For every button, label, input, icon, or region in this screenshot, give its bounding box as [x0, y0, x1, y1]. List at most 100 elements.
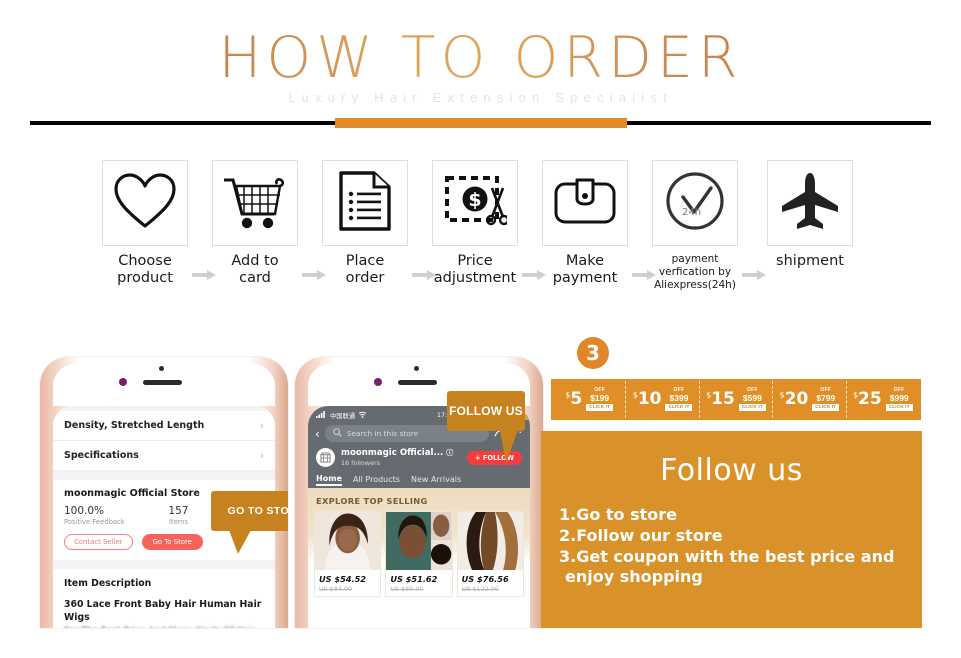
product-image: [457, 512, 523, 570]
front-camera: [374, 378, 382, 386]
follow-step-1: 1.Go to store: [559, 505, 678, 524]
list-item[interactable]: Specifications ›: [53, 441, 275, 471]
store-identity-row: moonmagic Official... ⓘ 16 followers + F…: [308, 445, 530, 471]
front-camera: [119, 378, 127, 386]
list-item[interactable]: Density, Stretched Length ›: [53, 411, 275, 441]
product-card[interactable]: 1 US $54.52 US $84.00: [314, 406, 530, 597]
coupon-amount: $5: [565, 389, 583, 409]
price-cut-dollar-icon: $: [443, 172, 510, 235]
step-choose-product: Choose product: [102, 160, 188, 287]
step-label: Make payment: [552, 253, 618, 286]
chevron-right-icon: ›: [259, 419, 264, 432]
item-description-text: 360 Lace Front Baby Hair Human Hair Wigs: [64, 599, 262, 623]
follow-us-callout: FOLLOW US: [447, 391, 525, 431]
coupon-25[interactable]: $25 OFF $999 CLICK IT: [847, 381, 919, 418]
tab-new-arrivals[interactable]: New Arrivals: [411, 475, 461, 484]
coupon-amount: $10: [632, 389, 662, 409]
product-price: US $76.56: [461, 574, 509, 584]
coupon-cta[interactable]: CLICK IT: [885, 404, 913, 412]
product-card[interactable]: 2 US $51.62 US $89.00: [385, 406, 530, 597]
coupon-details: OFF $999 CLICK IT: [885, 387, 913, 412]
go-to-store-button[interactable]: Go To Store: [141, 534, 203, 550]
front-sensor-dot: [159, 366, 164, 371]
go-to-store-callout: GO TO STORE: [211, 491, 288, 531]
coupon-min-spend: $599: [742, 392, 762, 403]
stat-items: 157 Items: [168, 505, 188, 526]
product-card[interactable]: 3 US $76.56 US $122.00: [456, 406, 530, 597]
step-icon-box: 24h: [652, 160, 738, 246]
follow-step-3: 3.Get coupon with the best price and enj…: [559, 547, 904, 589]
row-label: Specifications: [64, 450, 139, 461]
step-add-to-card: Add to card: [212, 160, 298, 287]
section-divider: [53, 471, 275, 480]
coupon-details: OFF $199 CLICK IT: [586, 387, 614, 412]
coupon-cta[interactable]: CLICK IT: [586, 404, 614, 412]
item-description-blurred: For The Best Price And Many Kinds Of Hai…: [64, 626, 264, 628]
coupon-strip: $5 OFF $199 CLICK IT $10 OFF $399 CLICK …: [551, 379, 921, 420]
stat-label: Positive Feedback: [64, 518, 125, 526]
tab-home[interactable]: Home: [316, 474, 342, 486]
step-place-order: Place order: [322, 160, 408, 287]
header: HOW TO ORDER Luxury Hair Extension Speci…: [0, 0, 961, 150]
signal-icon: [316, 411, 327, 420]
coupon-cta[interactable]: CLICK IT: [812, 404, 840, 412]
product-image: [386, 512, 452, 570]
phone-mockup-product-page: Density, Stretched Length › Specificatio…: [40, 357, 288, 628]
stat-value: 157: [168, 505, 189, 517]
step-shipment: shipment: [767, 160, 853, 270]
search-icon: [333, 428, 342, 439]
coupon-cta[interactable]: CLICK IT: [665, 404, 693, 412]
follow-step-3-continued: enjoy shopping: [565, 567, 703, 587]
coupon-cta[interactable]: CLICK IT: [738, 404, 766, 412]
coupon-amount: $25: [852, 389, 882, 409]
header-divider-orange: [335, 118, 627, 128]
step-icon-box: [767, 160, 853, 246]
svg-text:$: $: [468, 189, 481, 211]
step-label: Place order: [345, 253, 385, 286]
carrier-label: 中国联通: [330, 413, 356, 420]
front-sensor-dot: [414, 366, 419, 371]
product-old-price: US $122.00: [461, 585, 499, 593]
product-price: US $54.52: [319, 574, 366, 584]
section-title: EXPLORE TOP SELLING: [316, 496, 428, 506]
stat-positive-feedback: 100.0% Positive Feedback: [64, 505, 125, 526]
step-icon-box: [212, 160, 298, 246]
step-arrow-6: [742, 270, 766, 280]
document-list-icon: [338, 170, 392, 237]
step-label: payment verfication by Aliexpress(24h): [654, 253, 736, 291]
step-price-adjustment: $ Price adjustment: [432, 160, 518, 287]
contact-seller-button[interactable]: Contact Seller: [64, 534, 133, 550]
how-to-order-infographic: HOW TO ORDER Luxury Hair Extension Speci…: [0, 0, 961, 658]
product-old-price: US $84.00: [319, 585, 353, 593]
info-icon: ⓘ: [446, 449, 454, 457]
coupon-15[interactable]: $15 OFF $599 CLICK IT: [700, 381, 774, 418]
step-label: Choose product: [117, 253, 173, 286]
step-icon-box: [542, 160, 628, 246]
product-old-price: US $89.00: [390, 585, 424, 593]
phone-mockup-store-page: 中国联通 17:06 ‹: [295, 357, 543, 628]
back-arrow-icon[interactable]: ‹: [315, 428, 320, 440]
wallet-icon: [553, 177, 617, 230]
store-avatar: [316, 448, 335, 467]
coupon-5[interactable]: $5 OFF $199 CLICK IT: [553, 381, 627, 418]
order-steps-row: Choose product Add to card Place order $…: [0, 160, 961, 300]
callout-tail: [229, 530, 251, 554]
phone-screen: 中国联通 17:06 ‹: [308, 406, 530, 628]
follow-step-2: 2.Follow our store: [559, 525, 723, 545]
coupon-20[interactable]: $20 OFF $799 CLICK IT: [773, 381, 847, 418]
item-description-heading: Item Description: [64, 578, 152, 589]
follow-us-steps: 1.Go to store 2.Follow our store 3.Get c…: [559, 505, 904, 588]
step-icon-box: [102, 160, 188, 246]
coupon-min-spend: $399: [669, 392, 689, 403]
search-placeholder: Search in this store: [346, 429, 419, 438]
follow-us-panel: Follow us 1.Go to store 2.Follow our sto…: [541, 431, 922, 628]
callout-text: GO TO STORE: [227, 505, 288, 517]
page-subtitle: Luxury Hair Extension Specialist: [288, 90, 673, 105]
tab-all-products[interactable]: All Products: [353, 475, 400, 484]
store-tabs: Home All Products New Arrivals: [308, 471, 530, 488]
coupon-10[interactable]: $10 OFF $399 CLICK IT: [626, 381, 700, 418]
step-icon-box: $: [432, 160, 518, 246]
step-badge-3: 3: [577, 337, 609, 369]
coupon-min-spend: $799: [816, 392, 836, 403]
page-title: HOW TO ORDER: [0, 30, 961, 87]
